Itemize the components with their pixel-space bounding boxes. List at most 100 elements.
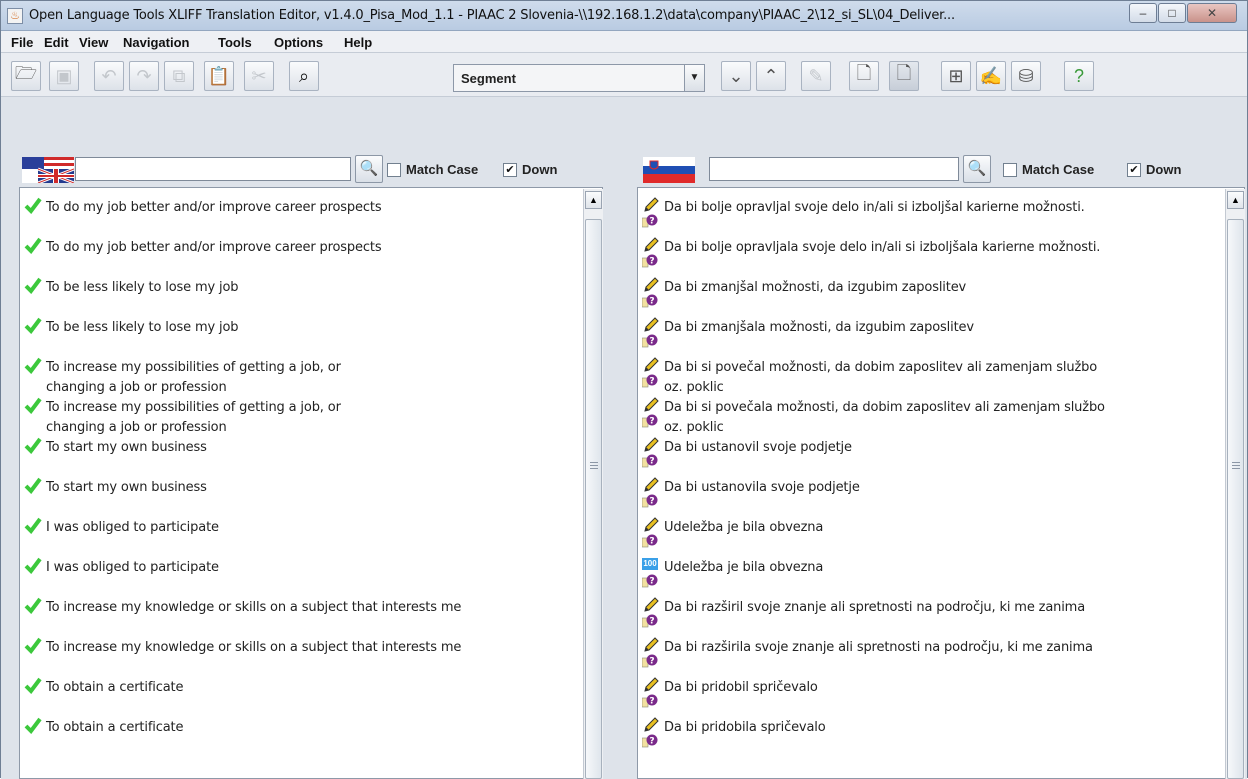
pencil-edit-icon — [642, 476, 660, 494]
svg-text:?: ? — [649, 297, 654, 307]
question-note-icon: ? — [641, 494, 658, 508]
target-scroll-thumb[interactable] — [1227, 219, 1244, 779]
target-segment-row[interactable]: ? Da bi si povečala možnosti, da dobim za… — [638, 388, 1224, 435]
edit-note-button[interactable]: ✍ — [976, 61, 1006, 91]
target-down-label: Down — [1146, 162, 1182, 177]
save-button[interactable]: ▣ — [49, 61, 79, 91]
cut-button[interactable]: ✂ — [244, 61, 274, 91]
target-segment-list[interactable]: ? Da bi bolje opravljal svoje delo in/ali… — [637, 187, 1245, 779]
redo-button[interactable]: ↷ — [129, 61, 159, 91]
paste-button[interactable]: 📋 — [204, 61, 234, 91]
page-arrow-icon: 🗋 — [856, 63, 872, 83]
target-segment-text: Da bi zmanjšal možnosti, da izgubim zapo… — [664, 280, 967, 295]
title-bar[interactable]: ♨ Open Language Tools XLIFF Translation … — [1, 1, 1247, 31]
target-search-button[interactable]: 🔍 — [963, 155, 991, 183]
source-segment-list[interactable]: To do my job better and/or improve caree… — [19, 187, 603, 779]
minimize-button[interactable]: – — [1129, 3, 1157, 23]
source-segment-text: To be less likely to lose my job — [46, 280, 239, 295]
target-search-input[interactable] — [709, 157, 959, 181]
source-segment-text: To do my job better and/or improve caree… — [46, 240, 382, 255]
target-segment-row[interactable]: ? Da bi zmanjšal možnosti, da izgubim zap… — [638, 268, 1224, 308]
source-segment-row[interactable]: To increase my possibilities of getting … — [20, 388, 582, 435]
source-segment-row[interactable]: I was obliged to participate — [20, 548, 582, 588]
source-segment-row[interactable]: I was obliged to participate — [20, 508, 582, 548]
source-down-checkbox[interactable]: ✔ — [503, 163, 517, 177]
open-folder-button[interactable]: 🗁 — [11, 61, 41, 91]
folder-icon: 🗁 — [14, 63, 38, 83]
source-segment-row[interactable]: To do my job better and/or improve caree… — [20, 188, 582, 228]
scroll-up-arrow-icon[interactable]: ▲ — [585, 191, 602, 209]
mark-segment-button[interactable]: ✎ — [801, 61, 831, 91]
target-segment-row[interactable]: ? Da bi ustanovila svoje podjetje — [638, 468, 1224, 508]
copy-icon: ⧉ — [172, 65, 186, 86]
source-scroll-thumb[interactable] — [585, 219, 602, 779]
source-segment-row[interactable]: To be less likely to lose my job — [20, 308, 582, 348]
menu-navigation[interactable]: Navigation — [123, 35, 189, 50]
previous-segment-button[interactable]: ⌃ — [756, 61, 786, 91]
question-note-icon: ? — [641, 734, 658, 748]
magnifier-icon: 🔍 — [359, 160, 379, 177]
source-segment-row[interactable]: To obtain a certificate — [20, 708, 582, 748]
svg-text:?: ? — [649, 537, 654, 547]
target-segment-row[interactable]: ? Da bi razširil svoje znanje ali spretno… — [638, 588, 1224, 628]
target-down-checkbox[interactable]: ✔ — [1127, 163, 1141, 177]
source-match-case-checkbox[interactable] — [387, 163, 401, 177]
target-segment-row[interactable]: ? Da bi zmanjšala možnosti, da izgubim za… — [638, 308, 1224, 348]
database-button[interactable]: ⛁ — [1011, 61, 1041, 91]
menu-tools[interactable]: Tools — [218, 35, 252, 50]
menu-view[interactable]: View — [79, 35, 108, 50]
pencil-edit-icon — [642, 436, 660, 454]
target-segment-row[interactable]: ? Da bi ustanovil svoje podjetje — [638, 428, 1224, 468]
approved-check-icon — [24, 196, 42, 215]
clear-target-button[interactable]: 🗋 — [889, 61, 919, 91]
source-segment-row[interactable]: To be less likely to lose my job — [20, 268, 582, 308]
approved-check-icon — [24, 716, 42, 735]
find-button[interactable]: ⌕ — [289, 61, 319, 91]
maximize-button[interactable]: □ — [1158, 3, 1186, 23]
menu-file[interactable]: File — [11, 35, 33, 50]
target-segment-row[interactable]: ? Da bi bolje opravljala svoje delo in/al… — [638, 228, 1224, 268]
chevron-down-icon[interactable]: ▼ — [684, 65, 704, 91]
target-segment-row[interactable]: ? Da bi razširila svoje znanje ali spretn… — [638, 628, 1224, 668]
approved-check-icon — [24, 476, 42, 495]
menu-edit[interactable]: Edit — [44, 35, 69, 50]
target-scrollbar[interactable]: ▲ — [1225, 189, 1245, 779]
copy-source-button[interactable]: 🗋 — [849, 61, 879, 91]
copy-button[interactable]: ⧉ — [164, 61, 194, 91]
svg-text:?: ? — [649, 737, 654, 747]
next-segment-button[interactable]: ⌄ — [721, 61, 751, 91]
source-match-case-label: Match Case — [406, 162, 479, 177]
menu-help[interactable]: Help — [344, 35, 372, 50]
target-segment-row[interactable]: 100? Udeležba je bila obvezna — [638, 548, 1224, 588]
target-segment-row[interactable]: ? Da bi pridobila spričevalo — [638, 708, 1224, 748]
search-scope-select[interactable]: Segment ▼ — [453, 64, 705, 92]
target-segment-row[interactable]: ? Da bi pridobil spričevalo — [638, 668, 1224, 708]
scroll-up-arrow-icon[interactable]: ▲ — [1227, 191, 1244, 209]
target-segment-row[interactable]: ? Udeležba je bila obvezna — [638, 508, 1224, 548]
question-note-icon: ? — [641, 374, 658, 388]
source-segment-row[interactable]: To start my own business — [20, 468, 582, 508]
menu-options[interactable]: Options — [274, 35, 323, 50]
java-app-icon: ♨ — [7, 8, 23, 24]
page-x-icon: 🗋 — [896, 63, 912, 83]
source-segment-row[interactable]: To increase my possibilities of getting … — [20, 348, 582, 395]
target-match-case-checkbox[interactable] — [1003, 163, 1017, 177]
source-segment-row[interactable]: To do my job better and/or improve caree… — [20, 228, 582, 268]
source-segment-row[interactable]: To obtain a certificate — [20, 668, 582, 708]
approved-check-icon — [24, 276, 42, 295]
source-segment-row[interactable]: To increase my knowledge or skills on a … — [20, 588, 582, 628]
help-button[interactable]: ? — [1064, 61, 1094, 91]
source-search-input[interactable] — [75, 157, 351, 181]
source-scrollbar[interactable]: ▲ — [583, 189, 603, 779]
target-segment-row[interactable]: ? Da bi si povečal možnosti, da dobim zap… — [638, 348, 1224, 395]
pencil-edit-icon — [642, 716, 660, 734]
source-search-button[interactable]: 🔍 — [355, 155, 383, 183]
undo-button[interactable]: ↶ — [94, 61, 124, 91]
approved-check-icon — [24, 436, 42, 455]
target-segment-row[interactable]: ? Da bi bolje opravljal svoje delo in/ali… — [638, 188, 1224, 228]
toolbar: 🗁 ▣ ↶ ↷ ⧉ 📋 ✂ ⌕ Segment ▼ ⌄ ⌃ ✎ 🗋 🗋 ⊞ ✍ … — [1, 53, 1247, 97]
source-segment-row[interactable]: To start my own business — [20, 428, 582, 468]
close-button[interactable]: ✕ — [1187, 3, 1237, 23]
table-view-button[interactable]: ⊞ — [941, 61, 971, 91]
source-segment-row[interactable]: To increase my knowledge or skills on a … — [20, 628, 582, 668]
